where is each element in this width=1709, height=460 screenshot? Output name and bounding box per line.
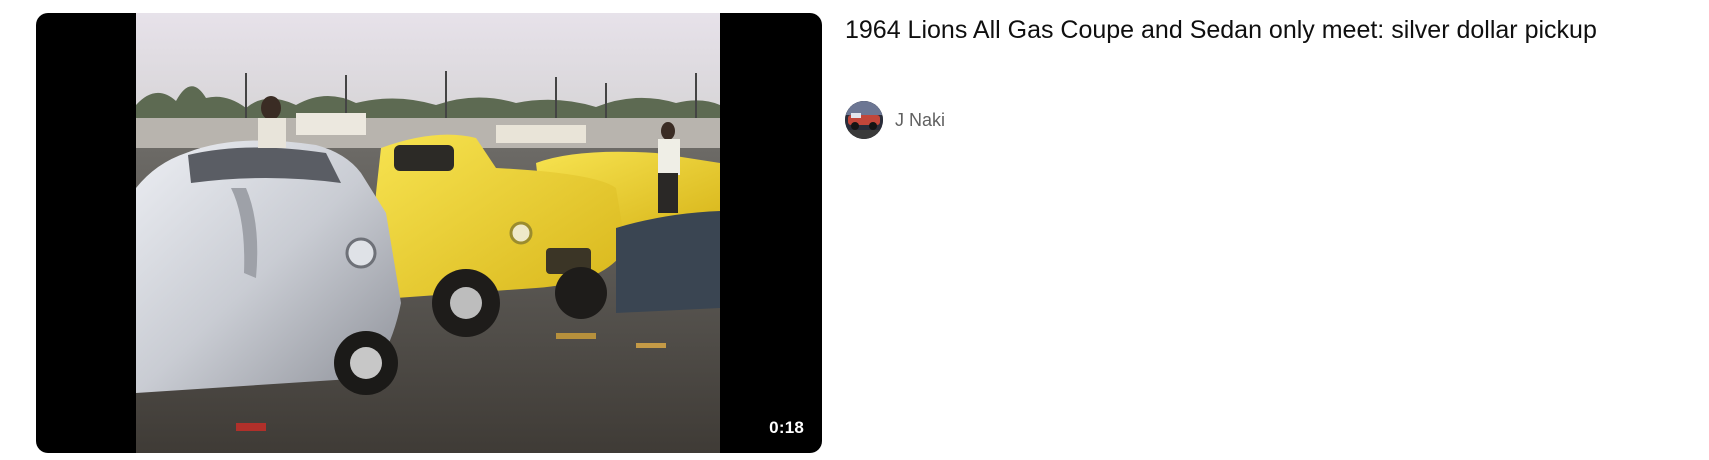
video-thumbnail[interactable]: 0:18 <box>36 13 822 453</box>
thumbnail-image <box>136 13 720 453</box>
video-title[interactable]: 1964 Lions All Gas Coupe and Sedan only … <box>845 16 1695 45</box>
duration-badge: 0:18 <box>763 415 810 441</box>
channel-avatar[interactable] <box>845 101 883 139</box>
channel-name[interactable]: J Naki <box>895 110 945 131</box>
video-result-row: 0:18 1964 Lions All Gas Coupe and Sedan … <box>0 0 1709 460</box>
channel-link[interactable]: J Naki <box>845 101 945 139</box>
